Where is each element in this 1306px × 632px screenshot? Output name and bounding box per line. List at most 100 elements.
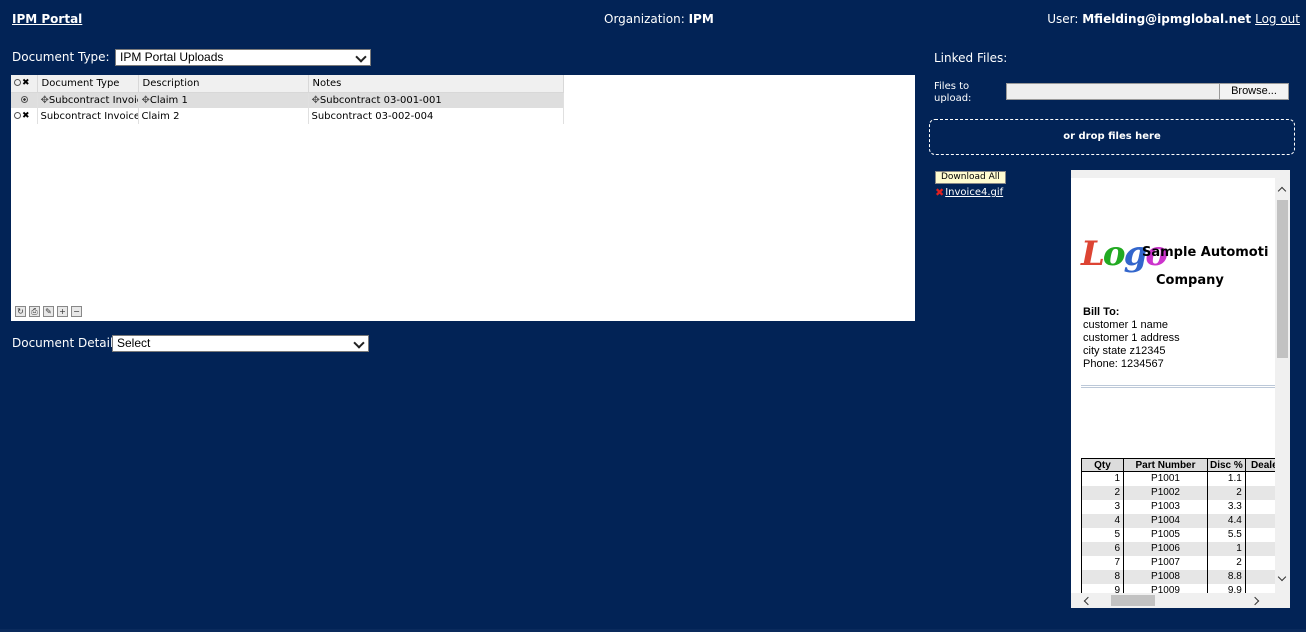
radio-icon[interactable] <box>14 112 21 119</box>
col-document-type[interactable]: Document Type <box>37 75 139 93</box>
refresh-icon[interactable]: ↻ <box>15 306 26 317</box>
linked-file-item: ✖ Invoice4.gif <box>935 186 1003 199</box>
document-details-label: Document Details: <box>12 336 124 350</box>
organization-label-text: Organization: <box>604 12 689 26</box>
portal-home-link[interactable]: IPM Portal <box>12 12 82 26</box>
table-row: 5 P1005 5.5 <box>1081 527 1284 542</box>
download-all-button[interactable]: Download All <box>935 171 1006 184</box>
grid-toolbar: ↻ ⎙ ✎ + − <box>15 306 82 317</box>
row-notes-text: Subcontract 03-001-001 <box>319 94 442 106</box>
document-details-select[interactable]: Select <box>112 335 369 352</box>
clear-selection-icon[interactable]: ✖ <box>22 78 30 88</box>
qty-cell: 4 <box>1081 513 1124 528</box>
grid-select-col[interactable]: ✖ <box>11 75 38 93</box>
linked-file-link[interactable]: Invoice4.gif <box>945 187 1003 198</box>
disc-cell: 1.1 <box>1207 471 1246 486</box>
move-icon: ✥ <box>141 94 150 106</box>
col-notes[interactable]: Notes <box>308 75 564 93</box>
qty-cell: 6 <box>1081 541 1124 556</box>
linked-files-title: Linked Files: <box>934 51 1008 65</box>
bill-line: customer 1 address <box>1083 332 1180 344</box>
document-type-select[interactable]: IPM Portal Uploads <box>115 49 371 66</box>
preview-vertical-scrollbar[interactable] <box>1275 178 1290 594</box>
row-document-type-text: Subcontract Invoice <box>48 94 137 106</box>
move-icon: ✥ <box>40 94 49 106</box>
file-drop-zone[interactable]: or drop files here <box>929 119 1295 155</box>
table-row: 7 P1007 2 <box>1081 555 1284 570</box>
document-type-value: IPM Portal Uploads <box>120 50 224 64</box>
bill-line: city state z12345 <box>1083 345 1166 357</box>
row-document-type[interactable]: Subcontract Invoice <box>37 108 139 124</box>
company-name-line1: Sample Automoti <box>1142 245 1269 260</box>
user-label: User: <box>1047 12 1083 26</box>
qty-cell: 8 <box>1081 569 1124 584</box>
qty-cell: 2 <box>1081 485 1124 500</box>
scroll-up-icon[interactable] <box>1277 186 1287 196</box>
user-info: User: Mfielding@ipmglobal.net Log out <box>1047 12 1300 26</box>
logout-link[interactable]: Log out <box>1255 12 1300 26</box>
preview-horizontal-scrollbar[interactable] <box>1071 593 1290 608</box>
row-select-cell[interactable] <box>11 92 38 108</box>
scroll-left-icon[interactable] <box>1083 596 1093 606</box>
qty-cell: 7 <box>1081 555 1124 570</box>
invoice-header-row: Qty Part Number Disc % Deale <box>1081 458 1284 472</box>
qty-cell: 1 <box>1081 471 1124 486</box>
radio-selected-icon[interactable] <box>21 96 28 104</box>
row-description[interactable]: Claim 2 <box>138 108 309 124</box>
organization-label: Organization: IPM <box>604 12 714 26</box>
files-to-upload-label: Files to upload: <box>934 81 972 104</box>
delete-row-icon[interactable]: ✖ <box>22 111 30 121</box>
preview-horizontal-thumb[interactable] <box>1111 595 1155 606</box>
company-name-line2: Company <box>1156 273 1224 288</box>
part-cell: P1006 <box>1123 541 1208 556</box>
file-preview[interactable]: Logo Sample Automoti Company Bill To: cu… <box>1071 170 1290 608</box>
invoice-col-qty: Qty <box>1081 458 1124 472</box>
preview-vertical-thumb[interactable] <box>1277 200 1288 358</box>
part-cell: P1001 <box>1123 471 1208 486</box>
qty-cell: 3 <box>1081 499 1124 514</box>
document-type-label: Document Type: <box>12 50 110 64</box>
delete-icon[interactable]: − <box>71 306 82 317</box>
bill-to-label: Bill To: <box>1083 306 1120 318</box>
disc-cell: 5.5 <box>1207 527 1246 542</box>
grid-header-row: ✖ Document Type Description Notes <box>11 75 564 93</box>
scroll-down-icon[interactable] <box>1277 572 1287 582</box>
browse-button[interactable]: Browse... <box>1219 83 1289 100</box>
scroll-right-icon[interactable] <box>1250 596 1260 606</box>
row-notes[interactable]: Subcontract 03-002-004 <box>308 108 564 124</box>
print-icon[interactable]: ⎙ <box>29 306 40 317</box>
invoice-table: Qty Part Number Disc % Deale 1 P1001 1.1 2… <box>1081 458 1284 598</box>
user-email: Mfielding@ipmglobal.net <box>1082 12 1252 26</box>
disc-cell: 3.3 <box>1207 499 1246 514</box>
table-row: 4 P1004 4.4 <box>1081 513 1284 528</box>
edit-icon[interactable]: ✎ <box>43 306 54 317</box>
bill-line: customer 1 name <box>1083 319 1168 331</box>
row-select-cell[interactable]: ✖ <box>11 108 38 124</box>
delete-file-icon[interactable]: ✖ <box>935 186 944 199</box>
file-upload-input[interactable] <box>1006 83 1220 100</box>
document-details-value: Select <box>117 336 151 350</box>
qty-cell: 5 <box>1081 527 1124 542</box>
row-description-text: Claim 1 <box>149 94 188 106</box>
table-row[interactable]: ✥Subcontract Invoice ✥Claim 1 ✥Subcontra… <box>11 92 564 108</box>
table-row: 6 P1006 1 <box>1081 541 1284 556</box>
table-row: 1 P1001 1.1 <box>1081 471 1284 486</box>
move-icon: ✥ <box>311 94 320 106</box>
bill-line: Phone: 1234567 <box>1083 358 1164 370</box>
organization-value: IPM <box>688 12 714 26</box>
row-notes[interactable]: ✥Subcontract 03-001-001 <box>308 92 564 108</box>
chevron-down-icon <box>353 337 365 349</box>
table-row: 2 P1002 2 <box>1081 485 1284 500</box>
select-all-checkbox-icon[interactable] <box>14 79 21 87</box>
disc-cell: 8.8 <box>1207 569 1246 584</box>
chevron-down-icon <box>355 51 367 63</box>
add-icon[interactable]: + <box>57 306 68 317</box>
table-row[interactable]: ✖ Subcontract Invoice Claim 2 Subcontrac… <box>11 108 564 124</box>
table-row: 8 P1008 8.8 <box>1081 569 1284 584</box>
divider <box>1081 385 1276 388</box>
col-description[interactable]: Description <box>138 75 309 93</box>
disc-cell: 1 <box>1207 541 1246 556</box>
row-document-type[interactable]: ✥Subcontract Invoice <box>37 92 139 108</box>
row-description[interactable]: ✥Claim 1 <box>138 92 309 108</box>
invoice-col-disc: Disc % <box>1207 458 1246 472</box>
